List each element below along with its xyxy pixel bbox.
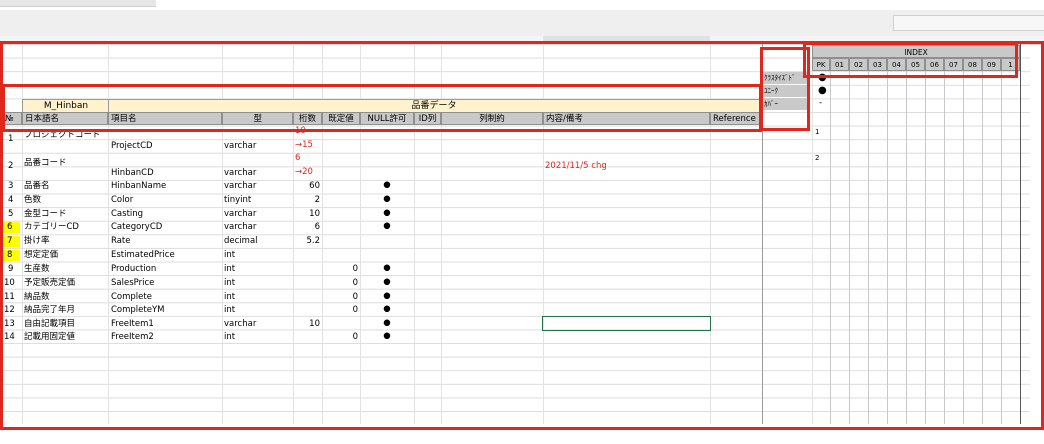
annotation-table-header-box <box>2 84 762 132</box>
name-box[interactable] <box>893 15 1044 31</box>
sheet-tab-area <box>0 0 156 7</box>
title-strip <box>0 0 1044 10</box>
toolbar-ribbon <box>0 10 1044 37</box>
annotation-index-header-box <box>803 42 1018 78</box>
